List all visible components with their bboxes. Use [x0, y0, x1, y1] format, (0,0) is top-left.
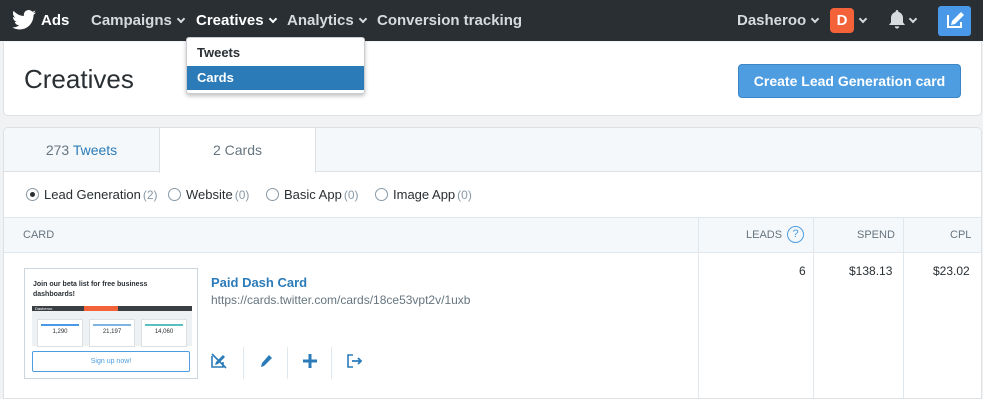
bell-icon[interactable]	[888, 10, 906, 30]
radio-icon[interactable]	[375, 188, 388, 202]
add-icon	[303, 354, 317, 368]
tweets-count: 273	[45, 142, 70, 158]
tab-bar: 273 Tweets 2 Cards	[4, 128, 981, 173]
create-lead-generation-card-button[interactable]: Create Lead Generation card	[738, 64, 961, 98]
chevron-down-icon	[176, 14, 186, 24]
thumb-stat-value: 21,197	[102, 329, 122, 335]
edit-icon	[261, 355, 272, 367]
help-icon[interactable]: ?	[787, 225, 805, 243]
thumb-brand: Dasheroo	[35, 306, 53, 311]
leads-value: 6	[799, 264, 806, 278]
table-header: CARD LEADS? SPEND CPL	[4, 217, 981, 253]
nav-analytics[interactable]: Analytics	[287, 0, 367, 41]
compose-icon	[947, 12, 964, 28]
filter-count: (2)	[142, 188, 158, 202]
filter-label: Website	[186, 187, 233, 202]
tab-tweets[interactable]: 273 Tweets	[4, 128, 159, 173]
compose-button[interactable]	[938, 6, 971, 36]
account-name: Dasheroo	[737, 12, 807, 29]
chevron-down-icon[interactable]	[858, 14, 868, 24]
filter-lead-generation[interactable]: Lead Generation (2)	[26, 187, 158, 203]
radio-icon[interactable]	[266, 188, 279, 202]
thumb-stat-value: 1,290	[52, 329, 68, 335]
nav-analytics-label: Analytics	[287, 12, 354, 29]
nav-conversion-tracking[interactable]: Conversion tracking	[377, 0, 522, 41]
page-title: Creatives	[24, 64, 134, 94]
thumb-screenshot: Dasheroo 1,290 21,197 14,060	[32, 306, 192, 347]
action-divider	[287, 347, 288, 379]
edit-card-button[interactable]	[255, 347, 295, 379]
share-button[interactable]	[343, 347, 383, 379]
filter-basic-app[interactable]: Basic App (0)	[266, 187, 359, 203]
column-cpl[interactable]: CPL	[950, 218, 971, 252]
brand-ads[interactable]: Ads	[41, 0, 69, 41]
nav-campaigns-label: Campaigns	[91, 12, 172, 29]
thumb-headline: Join our beta list for free business das…	[33, 281, 148, 298]
main-panel: 273 Tweets 2 Cards Lead Generation (2) We…	[3, 127, 982, 399]
column-spend[interactable]: SPEND	[857, 218, 895, 252]
tweets-label: Tweets	[72, 142, 118, 158]
table-row: Join our beta list for free business das…	[4, 253, 981, 398]
dropdown-item-cards[interactable]: Cards	[187, 66, 364, 90]
filter-website[interactable]: Website (0)	[168, 187, 249, 203]
card-thumbnail[interactable]: Join our beta list for free business das…	[24, 268, 198, 379]
account-menu[interactable]: Dasheroo	[737, 0, 820, 41]
thumb-stat: 14,060	[141, 319, 187, 347]
nav-creatives[interactable]: Creatives	[196, 0, 277, 41]
card-name-link[interactable]: Paid Dash Card	[211, 275, 307, 290]
tab-cards[interactable]: 2 Cards	[159, 128, 316, 173]
thumb-accent	[84, 306, 118, 311]
chevron-down-icon	[810, 14, 820, 24]
card-type-filters: Lead Generation (2) Website (0) Basic App(…	[4, 173, 981, 217]
action-divider	[331, 347, 332, 379]
pause-card-icon	[211, 353, 227, 369]
radio-icon[interactable]	[168, 188, 181, 202]
pause-card-button[interactable]	[211, 347, 251, 379]
top-nav: Ads Campaigns Creatives Analytics Conver…	[0, 0, 983, 41]
thumb-stat: 21,197	[89, 319, 135, 347]
filter-count: (0)	[234, 188, 250, 202]
dropdown-item-tweets[interactable]: Tweets	[187, 41, 364, 65]
column-leads-label: LEADS	[746, 229, 783, 241]
chevron-down-icon[interactable]	[908, 14, 918, 24]
share-icon	[347, 354, 363, 368]
filter-label: Lead Generation	[44, 187, 141, 202]
thumb-stat: 1,290	[37, 319, 83, 347]
thumb-cta: Sign up now!	[32, 351, 190, 372]
column-leads[interactable]: LEADS?	[746, 218, 805, 252]
filter-count: (0)	[457, 188, 472, 202]
chevron-down-icon	[358, 14, 367, 24]
filter-count: (0)	[343, 188, 359, 202]
cpl-value: $23.02	[933, 264, 970, 278]
filter-label: Image App	[393, 187, 456, 202]
creatives-dropdown: Tweets Cards	[186, 37, 365, 94]
spend-value: $138.13	[849, 264, 893, 278]
avatar[interactable]: D	[830, 8, 854, 33]
card-url: https://cards.twitter.com/cards/18ce53vp…	[211, 293, 471, 307]
nav-campaigns[interactable]: Campaigns	[91, 0, 186, 41]
nav-conversion-tracking-label: Conversion tracking	[377, 12, 523, 29]
filter-image-app[interactable]: Image App (0)	[375, 187, 472, 203]
column-card[interactable]: CARD	[23, 218, 54, 252]
add-button[interactable]	[299, 347, 339, 379]
filter-label: Basic App	[284, 187, 342, 202]
page-header: Creatives Create Lead Generation card	[3, 42, 982, 116]
nav-creatives-label: Creatives	[196, 12, 264, 29]
thumb-stat-value: 14,060	[154, 329, 174, 335]
twitter-bird-icon[interactable]	[12, 9, 36, 31]
radio-selected-icon[interactable]	[26, 188, 39, 202]
action-divider	[243, 347, 244, 379]
chevron-down-icon	[268, 14, 277, 24]
